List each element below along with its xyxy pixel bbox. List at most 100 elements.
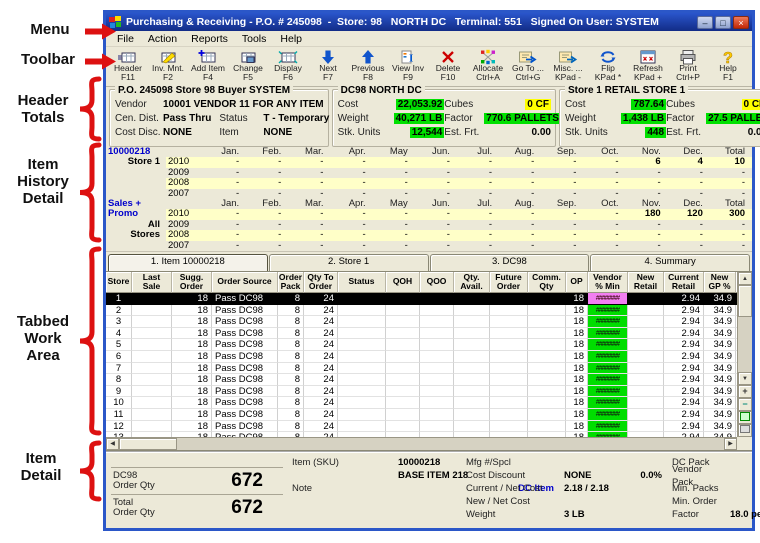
delete-icon	[438, 49, 458, 64]
history-row-2010: 2010----------6410	[166, 157, 752, 167]
column-header-current-retail[interactable]: Current Retail	[664, 272, 704, 293]
detail-field-min-order: Min. Order8	[672, 495, 756, 508]
grid-row-store-3[interactable]: 318Pass DC9882418########2.9434.9	[106, 316, 737, 328]
horizontal-scroll-track[interactable]	[177, 438, 724, 450]
column-header-comm-qty[interactable]: Comm. Qty	[528, 272, 566, 293]
column-header-qty-avail[interactable]: Qty. Avail.	[454, 272, 490, 293]
vertical-scroll-track[interactable]	[738, 317, 752, 372]
field-weight: Weight1,438 LB	[565, 113, 666, 124]
detail-field-vendor-pack: Vendor Pack8	[672, 469, 756, 482]
go-to-icon	[518, 49, 538, 64]
screenshot-canvas: MenuToolbarHeaderTotalsItemHistoryDetail…	[0, 0, 760, 543]
window-title: Purchasing & Receiving - P.O. # 245098 -…	[126, 16, 697, 28]
column-header-new-gp[interactable]: New GP %	[704, 272, 736, 293]
annotation-label-toolbar: Toolbar	[8, 51, 88, 68]
add-item-icon	[198, 49, 218, 64]
tab-4-summary[interactable]: 4. Summary	[590, 254, 750, 271]
column-header-store[interactable]: Store	[106, 272, 132, 293]
tab-1-item-10000218[interactable]: 1. Item 10000218	[108, 254, 268, 271]
detail-field-mfg-spcl: Mfg #/Spcl	[466, 456, 662, 469]
po-group-title: P.O. 245098 Store 98 Buyer SYSTEM	[115, 85, 293, 96]
column-header-order-source[interactable]: Order Source	[212, 272, 278, 293]
dc-group-title: DC98 NORTH DC	[338, 85, 425, 96]
horizontal-scrollbar[interactable]: ◀ ▶	[106, 437, 737, 450]
toolbar-view-inv-button[interactable]: IView InvF9	[388, 48, 428, 85]
toolbar-shortcut: F7	[323, 73, 333, 82]
grid-options-button[interactable]	[738, 411, 752, 424]
grid-row-store-11[interactable]: 1118Pass DC9882418########2.9434.9	[106, 409, 737, 421]
toolbar-shortcut: KPad *	[595, 73, 621, 82]
tab-strip: 1. Item 100002182. Store 13. DC984. Summ…	[106, 252, 752, 271]
menu-tools[interactable]: Tools	[235, 33, 274, 45]
export-button[interactable]	[738, 424, 752, 437]
scroll-left-button[interactable]: ◀	[106, 438, 119, 450]
header-icon	[118, 49, 138, 64]
toolbar-display-button[interactable]: DisplayF6	[268, 48, 308, 85]
zoom-in-button[interactable]: +	[738, 385, 752, 398]
column-header-new-retail[interactable]: New Retail	[628, 272, 664, 293]
tab-3-dc98[interactable]: 3. DC98	[430, 254, 590, 271]
grid-row-store-9[interactable]: 918Pass DC9882418########2.9434.9	[106, 386, 737, 398]
column-header-op[interactable]: OP	[566, 272, 588, 293]
grid-row-store-12[interactable]: 1218Pass DC9882418########2.9434.9	[106, 421, 737, 433]
scroll-down-button[interactable]: ▼	[738, 372, 752, 385]
vertical-scroll-thumb[interactable]	[738, 285, 752, 317]
toolbar-misc-button[interactable]: Misc. ...KPad -	[548, 48, 588, 85]
column-header-vendor-min[interactable]: Vendor % Min	[588, 272, 628, 293]
toolbar-shortcut: F9	[403, 73, 413, 82]
toolbar-change-button[interactable]: ChangeF5	[228, 48, 268, 85]
toolbar-print-button[interactable]: PrintCtrl+P	[668, 48, 708, 85]
column-header-sugg-order[interactable]: Sugg. Order	[172, 272, 212, 293]
store-group-title: Store 1 RETAIL STORE 1	[565, 85, 688, 96]
field-est-frt: Est. Frt.0.00	[444, 127, 551, 138]
vertical-scrollbar[interactable]: ▲ ▼ + −	[737, 272, 752, 437]
column-header-qoo[interactable]: QOO	[420, 272, 454, 293]
column-header-qty-to-order[interactable]: Qty To Order	[304, 272, 338, 293]
toolbar-inv-mnt-button[interactable]: Inv. Mnt.F2	[148, 48, 188, 85]
toolbar-flip-button[interactable]: FlipKPad *	[588, 48, 628, 85]
grid-row-store-7[interactable]: 718Pass DC9882418########2.9434.9	[106, 363, 737, 375]
toolbar-previous-button[interactable]: PreviousF8	[348, 48, 388, 85]
grid-row-store-4[interactable]: 418Pass DC9882418########2.9434.9	[106, 328, 737, 340]
detail-field-current-net-cost: Current / Net Cost2.18 / 2.18	[466, 482, 662, 495]
close-button[interactable]: ×	[733, 16, 749, 29]
toolbar-go-to-button[interactable]: Go To ...Ctrl+G	[508, 48, 548, 85]
toolbar-refresh-button[interactable]: RefreshKPad +	[628, 48, 668, 85]
maximize-button[interactable]: □	[715, 16, 731, 29]
column-header-status[interactable]: Status	[338, 272, 386, 293]
grid-row-store-6[interactable]: 618Pass DC9882418########2.9434.9	[106, 351, 737, 363]
zoom-out-button[interactable]: −	[738, 398, 752, 411]
toolbar-help-button[interactable]: ?HelpF1	[708, 48, 748, 85]
column-header-future-order[interactable]: Future Order	[490, 272, 528, 293]
grid-row-store-10[interactable]: 1018Pass DC9882418########2.9434.9	[106, 397, 737, 409]
field-weight: Weight40,271 LB	[338, 113, 445, 124]
menu-action[interactable]: Action	[141, 33, 184, 45]
column-header-qoh[interactable]: QOH	[386, 272, 420, 293]
scroll-right-button[interactable]: ▶	[724, 438, 737, 450]
column-header-order-pack[interactable]: Order Pack	[278, 272, 304, 293]
grid-row-store-5[interactable]: 518Pass DC9882418########2.9434.9	[106, 339, 737, 351]
grid-row-store-2[interactable]: 218Pass DC9882418########2.9434.9	[106, 305, 737, 317]
po-group-box: P.O. 245098 Store 98 Buyer SYSTEMVendor1…	[109, 89, 329, 147]
grid-body: 118Pass DC9882418########2.9434.9218Pass…	[106, 293, 737, 437]
toolbar-next-button[interactable]: NextF7	[308, 48, 348, 85]
field-cost-disc: Cost Disc.NONE	[115, 127, 219, 138]
order-qty-panel: DC98Order Qty672TotalOrder Qty672	[111, 467, 283, 521]
history-row-2010: 2010----------180120300	[166, 209, 752, 219]
grid-row-store-1[interactable]: 118Pass DC9882418########2.9434.9	[106, 293, 737, 305]
help-icon: ?	[718, 49, 738, 64]
grid-row-store-8[interactable]: 818Pass DC9882418########2.9434.9	[106, 374, 737, 386]
toolbar-delete-button[interactable]: DeleteF10	[428, 48, 468, 85]
field-vendor: Vendor10001 VENDOR 11 FOR ANY ITEM	[115, 99, 324, 110]
menu-help[interactable]: Help	[273, 33, 309, 45]
toolbar-allocate-button[interactable]: AllocateCtrl+A	[468, 48, 508, 85]
scroll-up-button[interactable]: ▲	[738, 272, 752, 285]
allocate-icon	[478, 49, 498, 64]
menu-reports[interactable]: Reports	[184, 33, 235, 45]
toolbar-add-item-button[interactable]: Add ItemF4	[188, 48, 228, 85]
minimize-button[interactable]: –	[697, 16, 713, 29]
tab-2-store-1[interactable]: 2. Store 1	[269, 254, 429, 271]
menu-bar: FileActionReportsToolsHelp	[106, 31, 752, 47]
horizontal-scroll-thumb[interactable]	[119, 438, 177, 450]
column-header-last-sale[interactable]: Last Sale	[132, 272, 172, 293]
